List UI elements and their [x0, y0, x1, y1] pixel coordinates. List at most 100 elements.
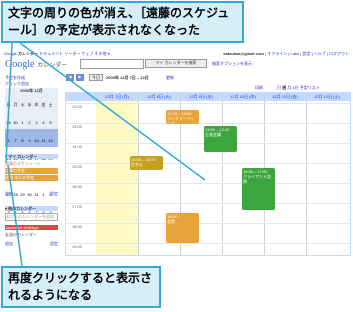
search-input[interactable] [80, 59, 144, 69]
mini-week-row[interactable]: 6 7 8 9 10 11 12 [5, 129, 58, 147]
google-calendar-logo[interactable]: Google カレンダー [5, 59, 67, 72]
add-my-calendar-link[interactable]: 追加 [5, 191, 13, 196]
view-week[interactable]: 週 [282, 85, 286, 90]
calendar-item-friend[interactable]: 友達のカレンダー [5, 232, 58, 237]
day-header[interactable]: 12月 12日 (土) [306, 94, 348, 99]
day-header[interactable]: 12月 11日 (金) [264, 94, 306, 99]
mini-day[interactable]: 12 [47, 138, 54, 144]
day-header[interactable]: 12月 8日 (火) [138, 94, 180, 99]
help-link[interactable]: ヘルプ [314, 51, 326, 56]
nav-docs[interactable]: ドキュメント [39, 51, 63, 56]
labs-link[interactable]: Labs [291, 51, 300, 56]
hour-label: 14:00 [72, 144, 83, 149]
account-links: katsukaz@gmail.com | オフライン | Labs | 設定 |… [223, 51, 349, 56]
hour-label: 13:00 [72, 124, 83, 129]
mini-day[interactable]: 11 [40, 138, 47, 144]
calendar-event[interactable]: 12:00 – 13:00 ランチミーティング [166, 110, 199, 124]
hour-label: 18:00 [72, 224, 83, 229]
search-button[interactable]: マイ カレンダーを検索 [145, 59, 207, 68]
nav-calendar[interactable]: カレンダー [18, 51, 38, 56]
mini-day[interactable]: 3 [33, 120, 40, 126]
mini-day[interactable]: 1 [19, 120, 26, 126]
logout-link[interactable]: ログアウト [329, 51, 349, 56]
hour-line [66, 203, 350, 204]
add-friend-calendar-input[interactable]: 友だちのカレンダーを追加 [5, 213, 58, 221]
refresh-link[interactable]: 更新 [166, 75, 174, 80]
offline-link[interactable]: オフライン [267, 51, 287, 56]
mini-day[interactable]: 8 [19, 138, 26, 144]
today-button[interactable]: 今日 [89, 74, 103, 81]
mini-day[interactable]: 9 [26, 138, 33, 144]
mini-day[interactable]: 7 [12, 138, 19, 144]
mini-day[interactable]: 2 [26, 120, 33, 126]
next-week-button[interactable]: ▶ [76, 74, 84, 81]
calendar-item-work[interactable]: 仕事の予定 [5, 168, 58, 174]
hour-line [66, 223, 350, 224]
print-link[interactable]: 印刷 [255, 85, 263, 90]
view-day[interactable]: 日 [277, 85, 281, 90]
calendar-event[interactable]: 18:00 – 会食 [166, 213, 199, 243]
nav-google[interactable]: Google [4, 51, 17, 56]
my-calendar-settings-link[interactable]: 設定 [50, 191, 58, 196]
nav-web[interactable]: ウェブ [81, 51, 93, 56]
settings-link[interactable]: 設定 [302, 51, 310, 56]
create-event-link[interactable]: 予定を作成 [5, 75, 25, 80]
week-grid: 12月 7日 (月) 12月 8日 (火) 12月 9日 (水) 12月 10日 (木… [65, 92, 351, 256]
day-header[interactable]: 12月 7日 (月) [96, 94, 138, 99]
my-calendars-header[interactable]: ▾ マイ カレンダー [5, 154, 58, 159]
mini-day[interactable]: 30 [12, 120, 19, 126]
mini-day[interactable]: 5 [47, 120, 54, 126]
calendar-event[interactable]: 15:00 – 16:00 打合せ [130, 156, 163, 170]
view-4day[interactable]: 4日 [292, 85, 298, 90]
calendar-item-holidays[interactable]: Japanese Holidays [5, 225, 58, 230]
nav-more[interactable]: その他 ▾ [95, 51, 110, 56]
add-other-calendar-link[interactable]: 追加 [5, 241, 13, 246]
day-header[interactable]: 12月 9日 (水) [180, 94, 222, 99]
hour-label: 12:00 [72, 104, 83, 109]
day-column-divider [138, 93, 139, 255]
mini-week-row[interactable]: 29 30 1 2 3 4 5 [5, 111, 58, 129]
hour-line [66, 163, 350, 164]
mini-day[interactable]: 6 [5, 138, 12, 144]
logo-google: Google [5, 59, 35, 70]
hour-label: 17:00 [72, 204, 83, 209]
hour-label: 19:00 [72, 244, 83, 249]
mini-weekday: 火 [20, 102, 25, 107]
prev-week-button[interactable]: ◀ [66, 74, 74, 81]
mini-calendar: 2009年 12月 日月火水木金土 2930123456789101112131… [5, 88, 58, 215]
calendar-item-endo[interactable]: 遠藤のスケジュール [5, 161, 58, 167]
search-options-link[interactable]: 検索オプションを表示 [212, 61, 252, 66]
hour-label: 16:00 [72, 184, 83, 189]
calendar-event[interactable]: 15:30 – 17:00 クライアント訪問 [242, 168, 275, 210]
day-column-divider [222, 93, 223, 255]
quick-add-link[interactable]: クイック追加 [5, 81, 29, 86]
mini-weekday: 水 [27, 102, 32, 107]
calendar-event[interactable]: 13:00 – 14:30 企画会議 [204, 126, 237, 152]
other-calendars-header[interactable]: ▾ 他のカレンダー [5, 206, 58, 211]
view-month[interactable]: 月 [287, 85, 291, 90]
nav-reader[interactable]: リーダー [64, 51, 80, 56]
calendar-item-personal[interactable]: 佐藤 本人の予定 [5, 175, 58, 181]
view-tabs: 日 週 月 4日 予定リスト [277, 85, 320, 90]
callout-bottom: 再度クリックすると表示されるようになる [1, 266, 161, 308]
other-calendar-settings-link[interactable]: 設定 [50, 241, 58, 246]
hour-label: 15:00 [72, 164, 83, 169]
other-calendars-links: 追加 設定 [5, 241, 58, 246]
callout-top: 文字の周りの色が消え、［遠藤のスケジュール］の予定が表示されなくなった [1, 1, 244, 43]
my-calendars-links: 追加 設定 [5, 191, 58, 196]
mini-day[interactable]: 4 [40, 120, 47, 126]
top-nav-links: Google カレンダー ドキュメント リーダー ウェブ その他 ▾ [4, 51, 110, 56]
date-range: 2009年 12月 7日 – 13日 [106, 75, 149, 80]
hour-line [66, 243, 350, 244]
mini-weekday: 月 [13, 102, 18, 107]
mini-weekday: 金 [41, 102, 46, 107]
account-email: katsukaz@gmail.com [223, 51, 264, 56]
hour-line [66, 123, 350, 124]
calendar-screenshot: Google カレンダー ドキュメント リーダー ウェブ その他 ▾ katsu… [2, 50, 351, 256]
view-agenda[interactable]: 予定リスト [300, 85, 320, 90]
day-header[interactable]: 12月 10日 (木) [222, 94, 264, 99]
mini-day[interactable]: 29 [5, 120, 12, 126]
mini-weekday: 土 [48, 102, 53, 107]
mini-calendar-weekdays: 日月火水木金土 [5, 93, 58, 111]
mini-day[interactable]: 10 [33, 138, 40, 144]
